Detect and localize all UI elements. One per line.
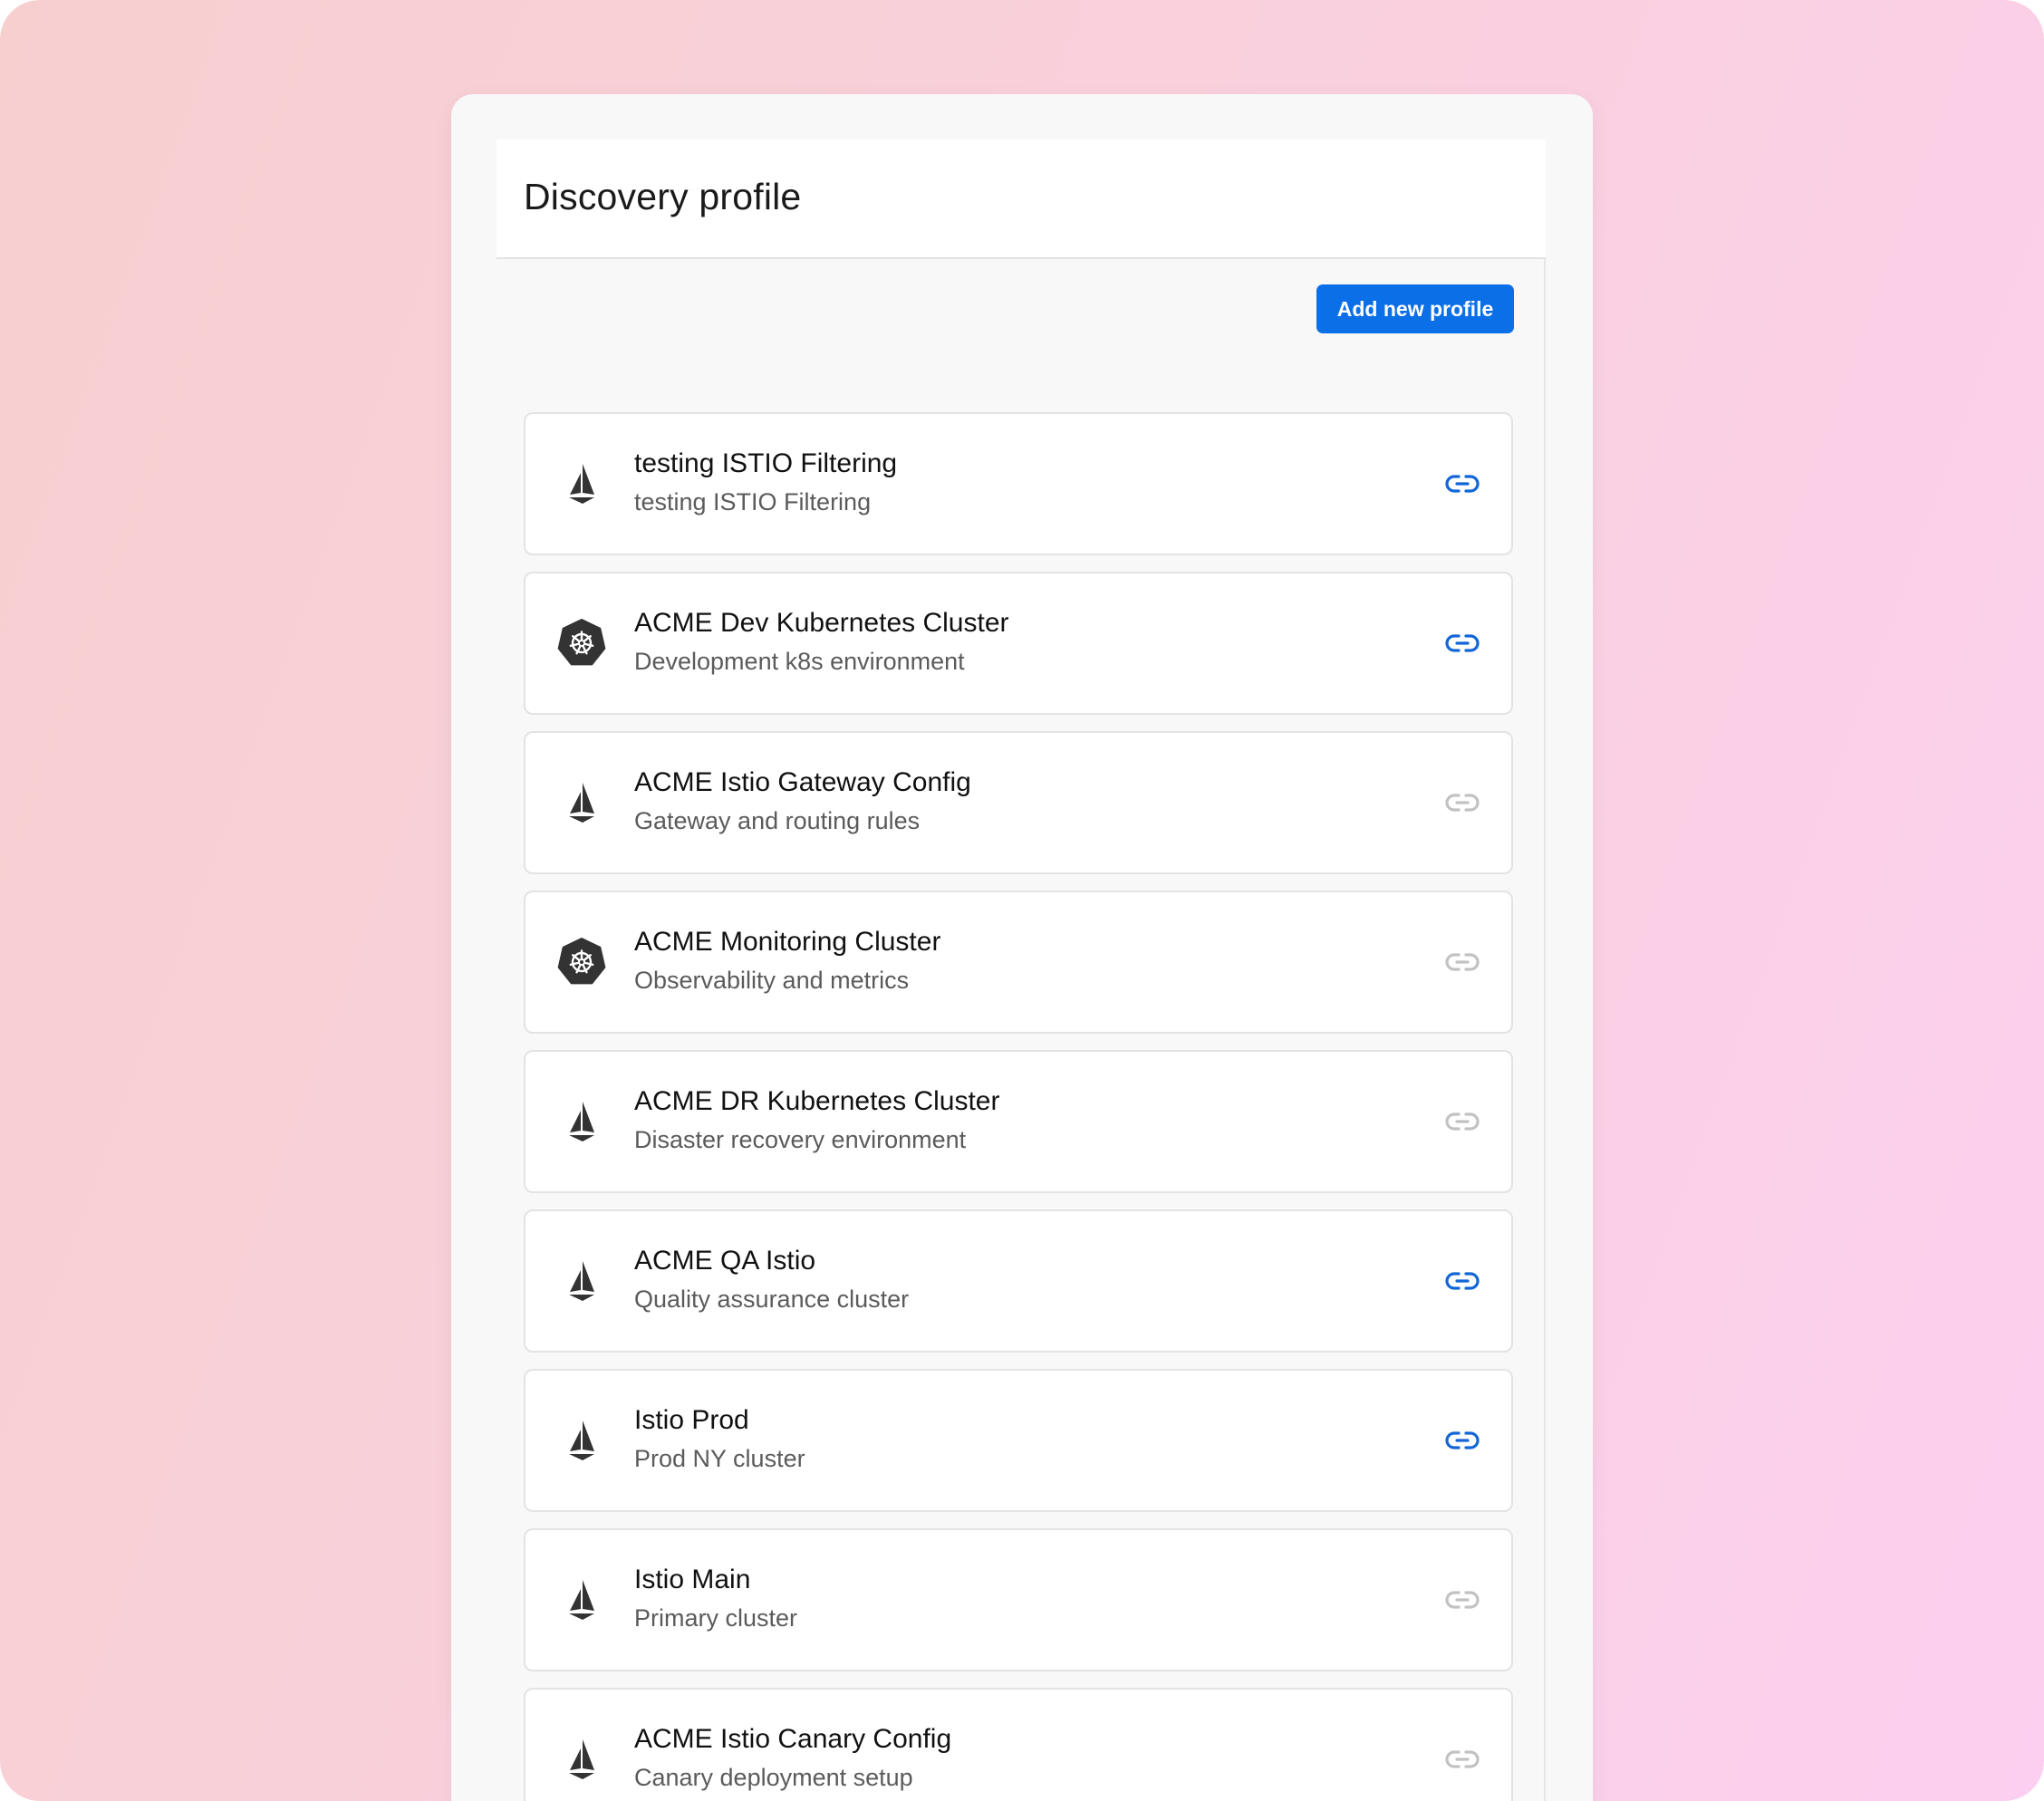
profile-title: Istio Prod <box>634 1405 749 1435</box>
profile-description: Prod NY cluster <box>634 1445 805 1472</box>
profile-title: ACME Istio Gateway Config <box>634 767 971 797</box>
discovery-profile-panel: Discovery profile Add new profile testin… <box>451 94 1593 1801</box>
profile-description: Development k8s environment <box>634 648 965 675</box>
link-icon-disabled[interactable] <box>1444 785 1480 821</box>
panel-content: Add new profile testing ISTIO Filtering t… <box>497 259 1546 1801</box>
link-icon-disabled[interactable] <box>1444 944 1480 980</box>
page-title: Discovery profile <box>524 176 802 217</box>
profile-title: ACME QA Istio <box>634 1246 816 1276</box>
profile-item[interactable]: ACME Dev Kubernetes Cluster Development k… <box>524 572 1513 715</box>
profile-description: Canary deployment setup <box>634 1764 913 1791</box>
profile-item[interactable]: ACME DR Kubernetes Cluster Disaster recov… <box>524 1050 1513 1193</box>
istio-icon <box>556 777 607 828</box>
profile-item[interactable]: Istio Prod Prod NY cluster <box>524 1369 1513 1512</box>
profile-list: testing ISTIO Filtering testing ISTIO Fil… <box>524 412 1513 1801</box>
add-new-profile-button[interactable]: Add new profile <box>1316 284 1514 333</box>
link-icon-disabled[interactable] <box>1444 1103 1480 1140</box>
link-icon[interactable] <box>1444 625 1480 661</box>
background-frame: Discovery profile Add new profile testin… <box>0 0 2044 1801</box>
panel-header: Discovery profile <box>497 140 1546 259</box>
link-icon[interactable] <box>1444 1263 1480 1299</box>
link-icon[interactable] <box>1444 1422 1480 1459</box>
profile-item[interactable]: testing ISTIO Filtering testing ISTIO Fil… <box>524 412 1513 555</box>
profile-item[interactable]: ACME QA Istio Quality assurance cluster <box>524 1209 1513 1353</box>
profile-description: Disaster recovery environment <box>634 1126 967 1153</box>
profile-description: Primary cluster <box>634 1604 798 1632</box>
link-icon[interactable] <box>1444 466 1480 502</box>
profile-description: Quality assurance cluster <box>634 1286 910 1313</box>
profile-title: Istio Main <box>634 1565 751 1594</box>
istio-icon <box>556 1256 607 1306</box>
kubernetes-icon <box>556 937 607 987</box>
profile-item[interactable]: ACME Istio Gateway Config Gateway and rou… <box>524 731 1513 874</box>
profile-item[interactable]: ACME Monitoring Cluster Observability and… <box>524 891 1513 1034</box>
profile-item[interactable]: Istio Main Primary cluster <box>524 1528 1513 1671</box>
profile-title: ACME Istio Canary Config <box>634 1724 952 1754</box>
profile-description: Gateway and routing rules <box>634 807 921 834</box>
link-icon-disabled[interactable] <box>1444 1741 1480 1777</box>
profile-description: testing ISTIO Filtering <box>634 488 872 515</box>
istio-icon <box>556 1096 607 1147</box>
link-icon-disabled[interactable] <box>1444 1582 1480 1618</box>
profile-title: testing ISTIO Filtering <box>634 448 898 478</box>
profile-title: ACME DR Kubernetes Cluster <box>634 1086 1000 1116</box>
kubernetes-icon <box>556 618 607 669</box>
istio-icon <box>556 1575 607 1625</box>
profile-title: ACME Monitoring Cluster <box>634 927 941 957</box>
profile-title: ACME Dev Kubernetes Cluster <box>634 608 1009 638</box>
profile-description: Observability and metrics <box>634 967 910 994</box>
profile-item[interactable]: ACME Istio Canary Config Canary deploymen… <box>524 1688 1513 1801</box>
istio-icon <box>556 1415 607 1466</box>
istio-icon <box>556 1734 607 1785</box>
istio-icon <box>556 458 607 509</box>
